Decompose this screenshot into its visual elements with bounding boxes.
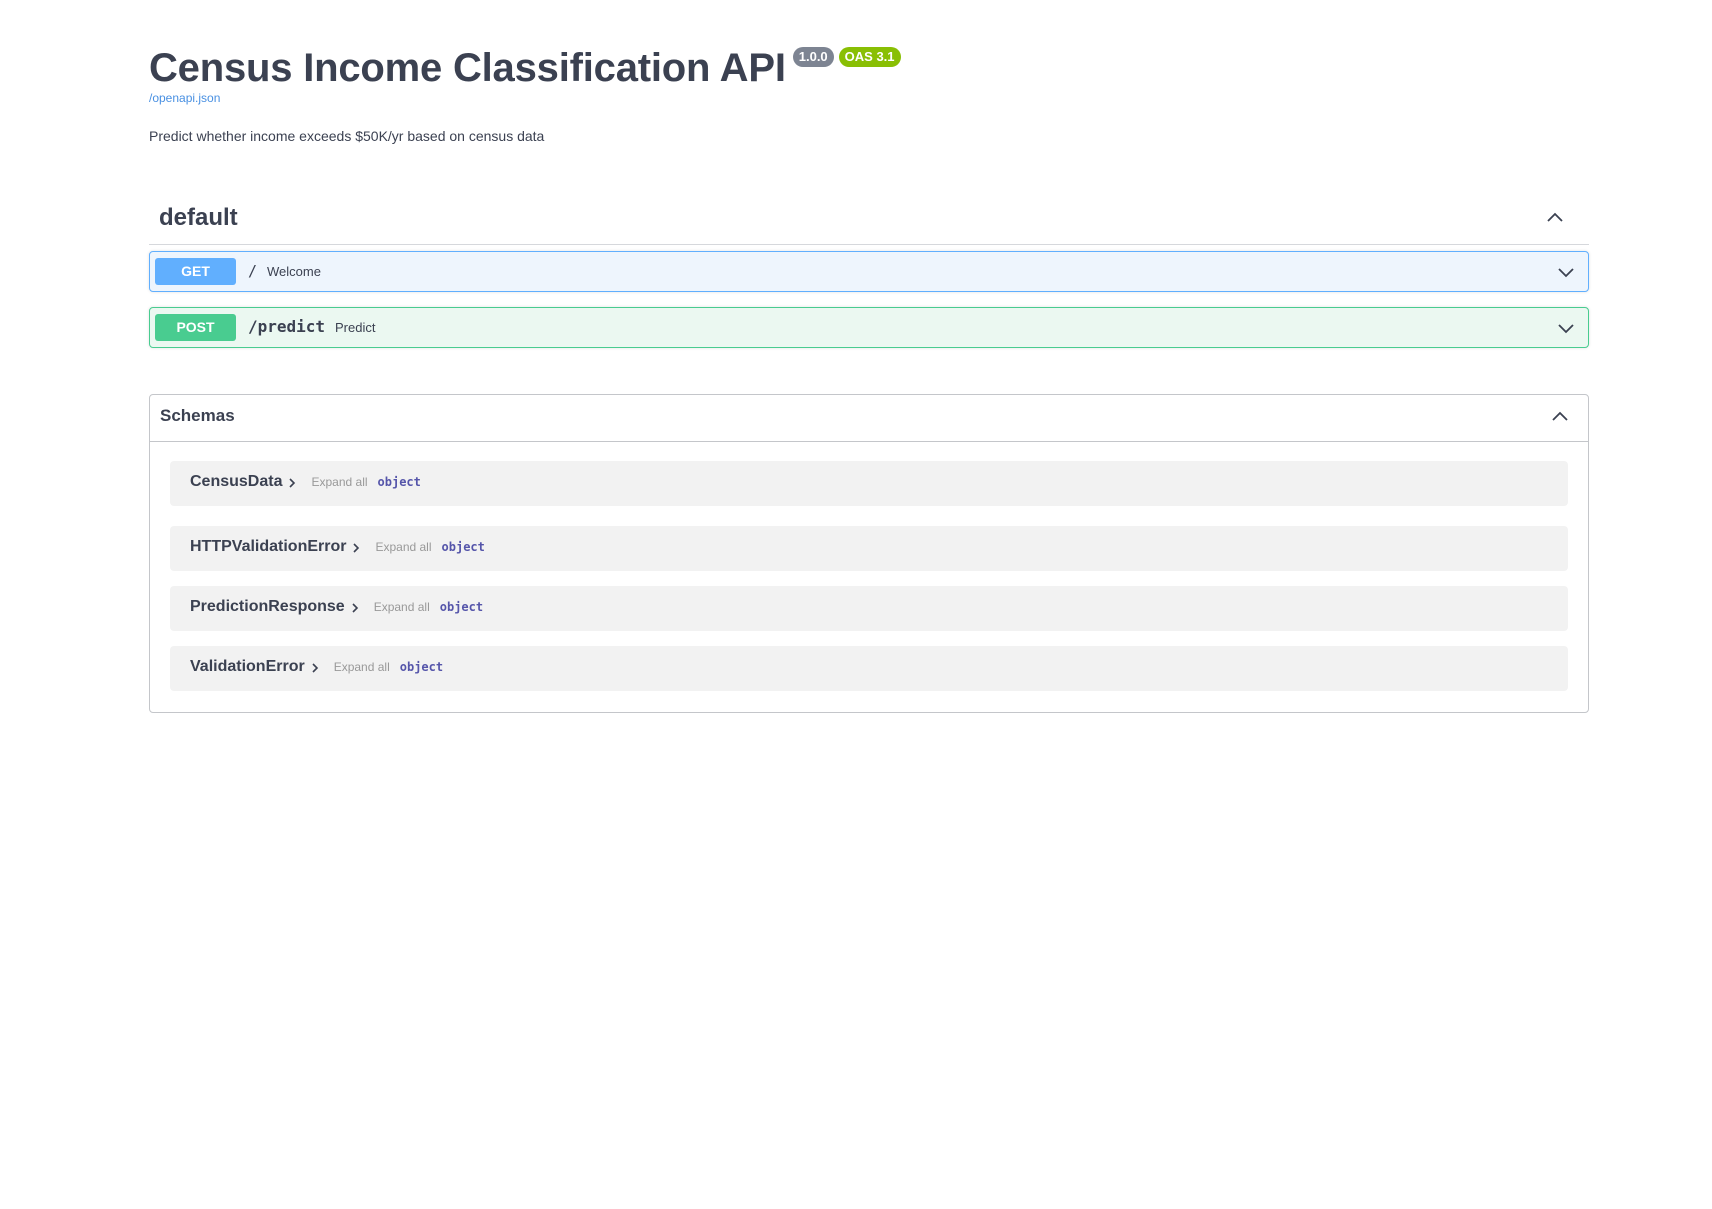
schema-type: object — [439, 600, 484, 614]
swagger-page: Census Income Classification API 1.0.0 O… — [0, 0, 1712, 1209]
schema-name[interactable]: HTTPValidationError — [190, 538, 346, 556]
oas-badge: OAS 3.1 — [838, 47, 901, 67]
schemas-header[interactable]: Schemas — [150, 395, 1588, 442]
chevron-right-icon[interactable] — [350, 542, 362, 554]
schema-row-httpvalidationerror[interactable]: HTTPValidationError Expand all object — [170, 526, 1568, 571]
schema-name[interactable]: ValidationError — [190, 658, 305, 676]
operation-path: /predict — [248, 317, 326, 336]
tag-section-header[interactable]: default — [149, 198, 1589, 245]
schemas-title: Schemas — [160, 406, 235, 425]
expand-all-button[interactable]: Expand all — [311, 475, 367, 489]
schema-summary: CensusData Expand all object — [190, 473, 421, 491]
schema-summary: HTTPValidationError Expand all object — [190, 538, 485, 556]
schema-name[interactable]: CensusData — [190, 473, 282, 491]
info-header: Census Income Classification API 1.0.0 O… — [149, 44, 901, 92]
expand-all-button[interactable]: Expand all — [375, 540, 431, 554]
schema-summary: ValidationError Expand all object — [190, 658, 443, 676]
expand-all-button[interactable]: Expand all — [374, 600, 430, 614]
chevron-right-icon[interactable] — [309, 662, 321, 674]
expand-all-button[interactable]: Expand all — [334, 660, 390, 674]
schema-type: object — [399, 660, 444, 674]
schema-name[interactable]: PredictionResponse — [190, 598, 345, 616]
chevron-up-icon[interactable] — [1550, 407, 1570, 427]
chevron-right-icon[interactable] — [349, 602, 361, 614]
operation-summary: Predict — [335, 320, 376, 335]
schema-type: object — [377, 475, 421, 489]
method-badge-post: POST — [155, 314, 236, 341]
operation-path: / — [248, 262, 258, 280]
schema-row-censusdata[interactable]: CensusData Expand all object — [170, 461, 1568, 506]
operation-post-predict[interactable]: POST /predict Predict — [149, 307, 1589, 348]
openapi-json-link[interactable]: /openapi.json — [149, 91, 220, 105]
page-title: Census Income Classification API — [149, 46, 786, 90]
chevron-up-icon[interactable] — [1545, 208, 1565, 228]
chevron-right-icon[interactable] — [286, 477, 298, 489]
schema-summary: PredictionResponse Expand all object — [190, 598, 483, 616]
schema-row-validationerror[interactable]: ValidationError Expand all object — [170, 646, 1568, 691]
tag-name: default — [159, 204, 238, 231]
schemas-section: Schemas CensusData Expand all object HTT… — [149, 394, 1589, 713]
schema-type: object — [441, 540, 485, 554]
operation-summary: Welcome — [267, 264, 321, 279]
chevron-down-icon[interactable] — [1556, 318, 1576, 338]
chevron-down-icon[interactable] — [1556, 262, 1576, 282]
api-description: Predict whether income exceeds $50K/yr b… — [149, 128, 545, 144]
operation-get-root[interactable]: GET / Welcome — [149, 251, 1589, 292]
version-badge: 1.0.0 — [792, 47, 834, 67]
method-badge-get: GET — [155, 258, 236, 285]
schema-row-predictionresponse[interactable]: PredictionResponse Expand all object — [170, 586, 1568, 631]
